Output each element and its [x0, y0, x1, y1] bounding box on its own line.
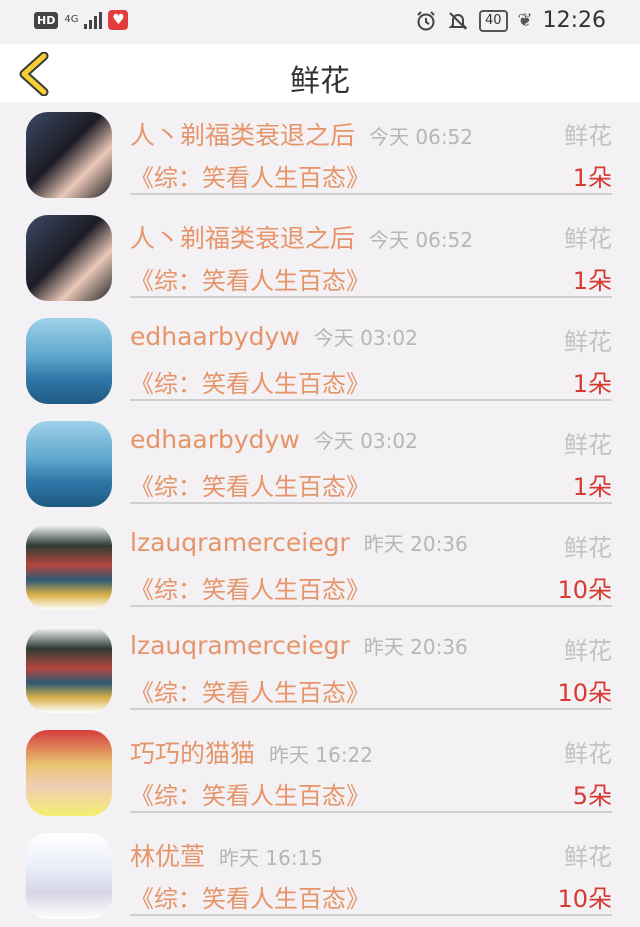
divider — [130, 605, 612, 607]
hd-badge: HD — [34, 11, 59, 29]
gift-count: 10朵 — [557, 576, 612, 604]
gift-type: 鲜花 — [564, 122, 612, 150]
list-item[interactable]: 林优萱 昨天 16:15 鲜花 《综：笑看人生百态》 10朵 — [0, 823, 640, 926]
divider — [130, 502, 612, 504]
list-item[interactable]: edhaarbydyw 今天 03:02 鲜花 《综：笑看人生百态》 1朵 — [0, 411, 640, 514]
avatar[interactable] — [26, 730, 112, 816]
page-title: 鲜花 — [290, 64, 350, 99]
list-item[interactable]: 巧巧的猫猫 昨天 16:22 鲜花 《综：笑看人生百态》 5朵 — [0, 720, 640, 823]
timestamp: 昨天 16:22 — [269, 743, 374, 767]
divider — [130, 914, 612, 916]
avatar[interactable] — [26, 215, 112, 301]
power-saving-leaf-icon: ❦ — [517, 10, 533, 31]
app-notification-icon: ♥ — [108, 10, 129, 30]
avatar[interactable] — [26, 318, 112, 404]
divider — [130, 296, 612, 298]
list-item[interactable]: lzauqramerceiegr 昨天 20:36 鲜花 《综：笑看人生百态》 1… — [0, 514, 640, 617]
gift-type: 鲜花 — [564, 431, 612, 459]
divider — [130, 811, 612, 813]
avatar[interactable] — [26, 112, 112, 198]
avatar[interactable] — [26, 627, 112, 713]
avatar[interactable] — [26, 524, 112, 610]
gift-count: 1朵 — [572, 370, 612, 398]
avatar[interactable] — [26, 833, 112, 919]
work-title[interactable]: 《综：笑看人生百态》 — [130, 673, 370, 708]
avatar[interactable] — [26, 421, 112, 507]
sender-name[interactable]: lzauqramerceiegr — [130, 528, 350, 557]
timestamp: 今天 03:02 — [313, 326, 418, 350]
signal-icon — [84, 11, 103, 29]
sender-name[interactable]: 人丶剃福类衰退之后 — [130, 224, 355, 253]
timestamp: 今天 06:52 — [369, 125, 474, 149]
work-title[interactable]: 《综：笑看人生百态》 — [130, 158, 370, 193]
gift-count: 10朵 — [557, 885, 612, 913]
gift-count: 5朵 — [572, 782, 612, 810]
gift-record-list: 人丶剃福类衰退之后 今天 06:52 鲜花 《综：笑看人生百态》 1朵 人丶剃福类… — [0, 102, 640, 926]
timestamp: 今天 06:52 — [369, 228, 474, 252]
list-item[interactable]: 人丶剃福类衰退之后 今天 06:52 鲜花 《综：笑看人生百态》 1朵 — [0, 205, 640, 308]
nav-bar: 鲜花 — [0, 44, 640, 102]
gift-count: 1朵 — [572, 164, 612, 192]
divider — [130, 708, 612, 710]
network-type: 4G — [64, 14, 79, 25]
timestamp: 昨天 20:36 — [363, 532, 468, 556]
timestamp: 昨天 16:15 — [219, 846, 324, 870]
alarm-icon — [417, 10, 435, 30]
sender-name[interactable]: lzauqramerceiegr — [130, 631, 350, 660]
list-item[interactable]: lzauqramerceiegr 昨天 20:36 鲜花 《综：笑看人生百态》 1… — [0, 617, 640, 720]
gift-type: 鲜花 — [564, 740, 612, 768]
sender-name[interactable]: edhaarbydyw — [130, 425, 300, 454]
work-title[interactable]: 《综：笑看人生百态》 — [130, 879, 370, 914]
sender-name[interactable]: edhaarbydyw — [130, 322, 300, 351]
timestamp: 今天 03:02 — [313, 429, 418, 453]
gift-type: 鲜花 — [564, 637, 612, 665]
work-title[interactable]: 《综：笑看人生百态》 — [130, 261, 370, 296]
divider — [130, 399, 612, 401]
work-title[interactable]: 《综：笑看人生百态》 — [130, 467, 370, 502]
status-bar: HD 4G ♥ 40 ❦ 12:26 — [0, 0, 640, 44]
work-title[interactable]: 《综：笑看人生百态》 — [130, 776, 370, 811]
sender-name[interactable]: 人丶剃福类衰退之后 — [130, 121, 355, 150]
mute-bell-icon — [448, 11, 468, 30]
gift-type: 鲜花 — [564, 328, 612, 356]
work-title[interactable]: 《综：笑看人生百态》 — [130, 570, 370, 605]
battery-icon: 40 — [478, 9, 508, 32]
divider — [130, 193, 612, 195]
sender-name[interactable]: 巧巧的猫猫 — [130, 739, 255, 768]
work-title[interactable]: 《综：笑看人生百态》 — [130, 364, 370, 399]
gift-count: 10朵 — [557, 679, 612, 707]
clock: 12:26 — [542, 8, 606, 33]
sender-name[interactable]: 林优萱 — [130, 842, 205, 871]
gift-count: 1朵 — [572, 473, 612, 501]
gift-count: 1朵 — [572, 267, 612, 295]
list-item[interactable]: edhaarbydyw 今天 03:02 鲜花 《综：笑看人生百态》 1朵 — [0, 308, 640, 411]
timestamp: 昨天 20:36 — [363, 635, 468, 659]
gift-type: 鲜花 — [564, 843, 612, 871]
gift-type: 鲜花 — [564, 534, 612, 562]
list-item[interactable]: 人丶剃福类衰退之后 今天 06:52 鲜花 《综：笑看人生百态》 1朵 — [0, 102, 640, 205]
gift-type: 鲜花 — [564, 225, 612, 253]
